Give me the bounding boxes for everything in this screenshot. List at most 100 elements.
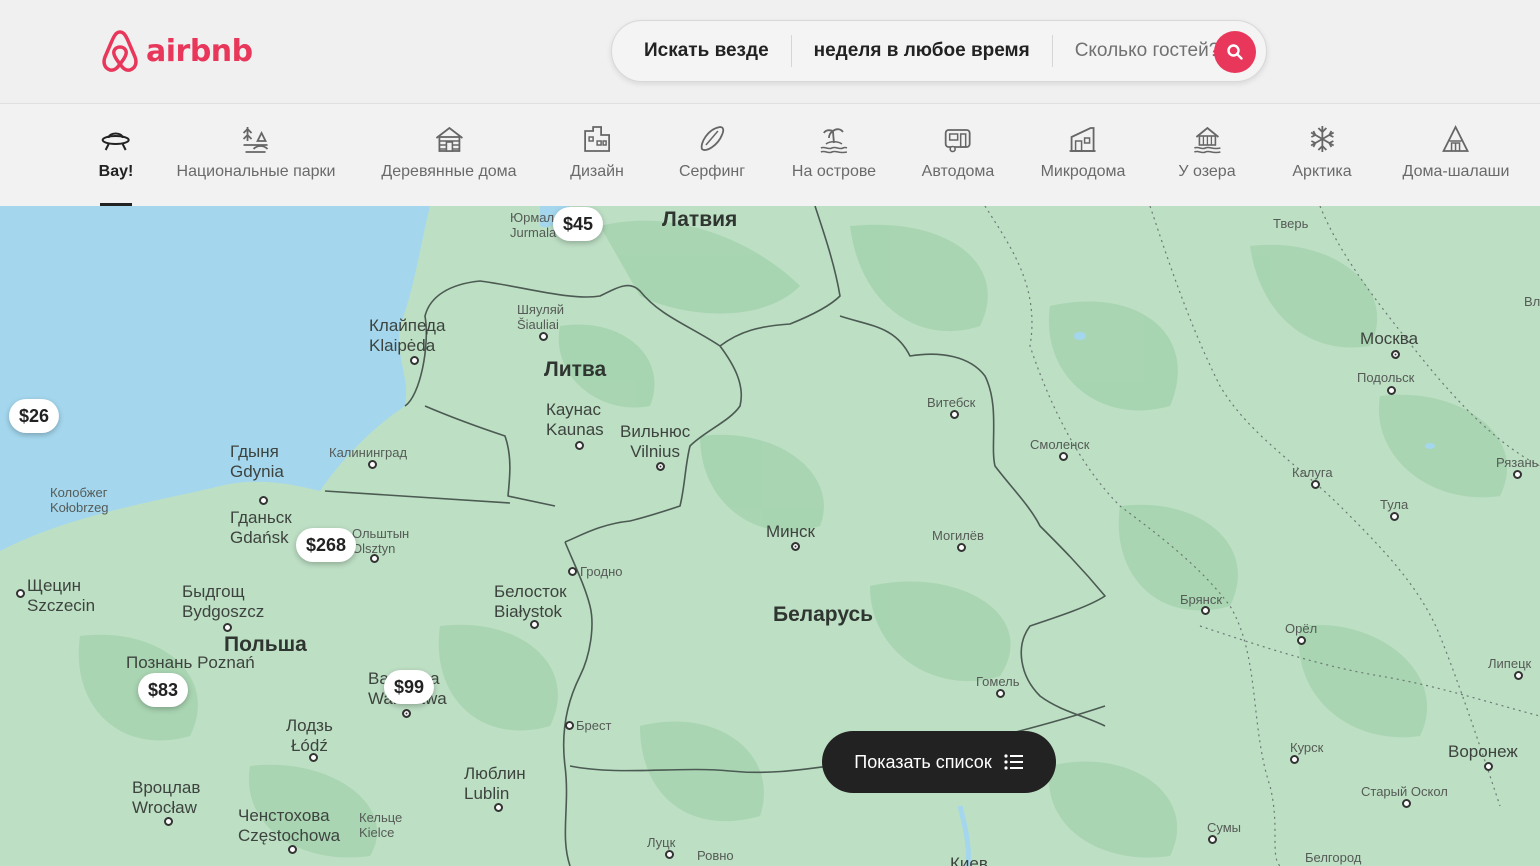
city-ryazan: Рязань [1496, 455, 1539, 470]
city-bryansk: Брянск [1180, 592, 1223, 607]
city-wroclaw: Вроцлав Wrocław [132, 778, 201, 817]
city-dot [410, 356, 419, 365]
search-guests[interactable]: Сколько гостей? [1053, 35, 1242, 67]
category-tiny-homes[interactable]: Микродома [1040, 123, 1126, 181]
category-label: Микродома [1040, 163, 1126, 180]
city-voronezh: Воронеж [1448, 742, 1518, 761]
city-dot [259, 496, 268, 505]
city-lodz: Лодзь Łódź [286, 716, 333, 755]
city-partial-label: Вл [1524, 294, 1540, 309]
category-label: На острове [791, 163, 877, 180]
city-dot [1290, 755, 1299, 764]
city-dot [288, 845, 297, 854]
category-arctic[interactable]: Арктика [1292, 123, 1352, 181]
category-surfing[interactable]: Серфинг [679, 123, 745, 181]
city-minsk: Минск [766, 522, 815, 541]
category-campers[interactable]: Автодома [921, 123, 995, 181]
show-list-button[interactable]: Показать список [822, 731, 1056, 793]
country-latvia: Латвия [662, 208, 738, 231]
park-icon [243, 127, 269, 153]
city-vitebsk: Витебск [927, 395, 976, 410]
price-pin[interactable]: $45 [552, 207, 604, 241]
capital-dot [402, 709, 411, 718]
tiny-home-icon [1070, 127, 1096, 152]
snowflake-icon [1310, 126, 1334, 152]
city-dot [568, 567, 577, 576]
capital-dot [656, 462, 665, 471]
city-kolobrzeg: Колобжег Kołobrzeg [50, 485, 109, 515]
capital-dot [791, 542, 800, 551]
city-poznan: Познань Poznań [126, 653, 255, 672]
category-island[interactable]: На острове [792, 123, 876, 181]
city-podolsk: Подольск [1357, 370, 1415, 385]
show-list-label: Показать список [854, 751, 992, 772]
city-szczecin: Щецин Szczecin [27, 576, 96, 615]
city-dot [1390, 512, 1399, 521]
camper-icon [945, 129, 971, 153]
city-gomel: Гомель [976, 674, 1020, 689]
city-kursk: Курск [1290, 740, 1324, 755]
city-dot [565, 721, 574, 730]
island-icon [820, 128, 848, 154]
top-header: airbnb Искать везде неделя в любое время… [0, 0, 1540, 104]
country-poland: Польша [224, 633, 307, 656]
city-dot [16, 589, 25, 598]
city-kielce: Кельце Kielce [359, 810, 403, 840]
category-national-parks[interactable]: Национальные парки [176, 123, 336, 181]
category-label: Национальные парки [176, 163, 336, 180]
search-when[interactable]: неделя в любое время [792, 35, 1052, 67]
city-orel: Орёл [1285, 621, 1318, 636]
city-dot [370, 554, 379, 563]
city-kaunas: Каунас Kaunas [546, 400, 604, 439]
city-klaipeda: Клайпеда Klaipėda [369, 316, 446, 355]
city-grodno: Гродно [580, 564, 623, 579]
capital-dot [1391, 350, 1400, 359]
city-smolensk: Смоленск [1030, 437, 1090, 452]
city-dot [539, 332, 548, 341]
city-dot [1208, 835, 1217, 844]
city-dot [1513, 470, 1522, 479]
price-pin[interactable]: $83 [137, 673, 189, 707]
category-label: Вау! [98, 163, 134, 180]
price-pin[interactable]: $99 [383, 670, 435, 704]
country-belarus: Беларусь [773, 603, 874, 626]
city-gdynia: Гдыня Gdynia [230, 442, 284, 481]
city-dot [575, 441, 584, 450]
price-pin[interactable]: $268 [295, 528, 357, 562]
city-dot [368, 460, 377, 469]
category-design[interactable]: Дизайн [570, 123, 624, 181]
category-label: Автодома [921, 163, 995, 180]
category-label: Серфинг [678, 163, 746, 180]
airbnb-logo[interactable]: airbnb [100, 28, 253, 74]
category-a-frames[interactable]: Дома-шалаши [1403, 123, 1509, 181]
city-rovno: Ровно [697, 848, 734, 863]
city-dot [1311, 480, 1320, 489]
category-cabins[interactable]: Деревянные дома [381, 123, 517, 181]
category-lake[interactable]: У озера [1178, 123, 1236, 181]
search-bar[interactable]: Искать везде неделя в любое время Скольк… [611, 20, 1267, 82]
city-lutsk: Луцк [647, 835, 676, 850]
city-dot [1201, 606, 1210, 615]
category-bar: Вау! Национальные парки Деревянные дома … [0, 105, 1540, 206]
surfboard-icon [700, 126, 725, 151]
search-button[interactable] [1214, 31, 1256, 73]
category-wow[interactable]: Вау! [98, 123, 134, 181]
design-icon [584, 126, 610, 152]
city-dot [950, 410, 959, 419]
city-siauliai: Шяуляй Šiauliai [517, 302, 565, 332]
city-dot [1297, 636, 1306, 645]
map-view[interactable]: Латвия Литва Беларусь Польша Юрмала Jurm… [0, 206, 1540, 866]
airbnb-logo-icon [102, 30, 138, 72]
city-gdansk: Гданьск Gdańsk [230, 508, 292, 547]
search-where[interactable]: Искать везде [612, 35, 791, 67]
city-dot [1484, 762, 1493, 771]
city-brest: Брест [576, 718, 612, 733]
city-bydgoszcz: Быдгощ Bydgoszcz [182, 582, 265, 621]
country-lithuania: Литва [544, 358, 607, 381]
city-dot [1387, 386, 1396, 395]
city-tula: Тула [1380, 497, 1409, 512]
city-dot [665, 850, 674, 859]
price-pin[interactable]: $26 [8, 399, 60, 433]
city-dot [530, 620, 539, 629]
city-tver: Тверь [1273, 216, 1309, 231]
